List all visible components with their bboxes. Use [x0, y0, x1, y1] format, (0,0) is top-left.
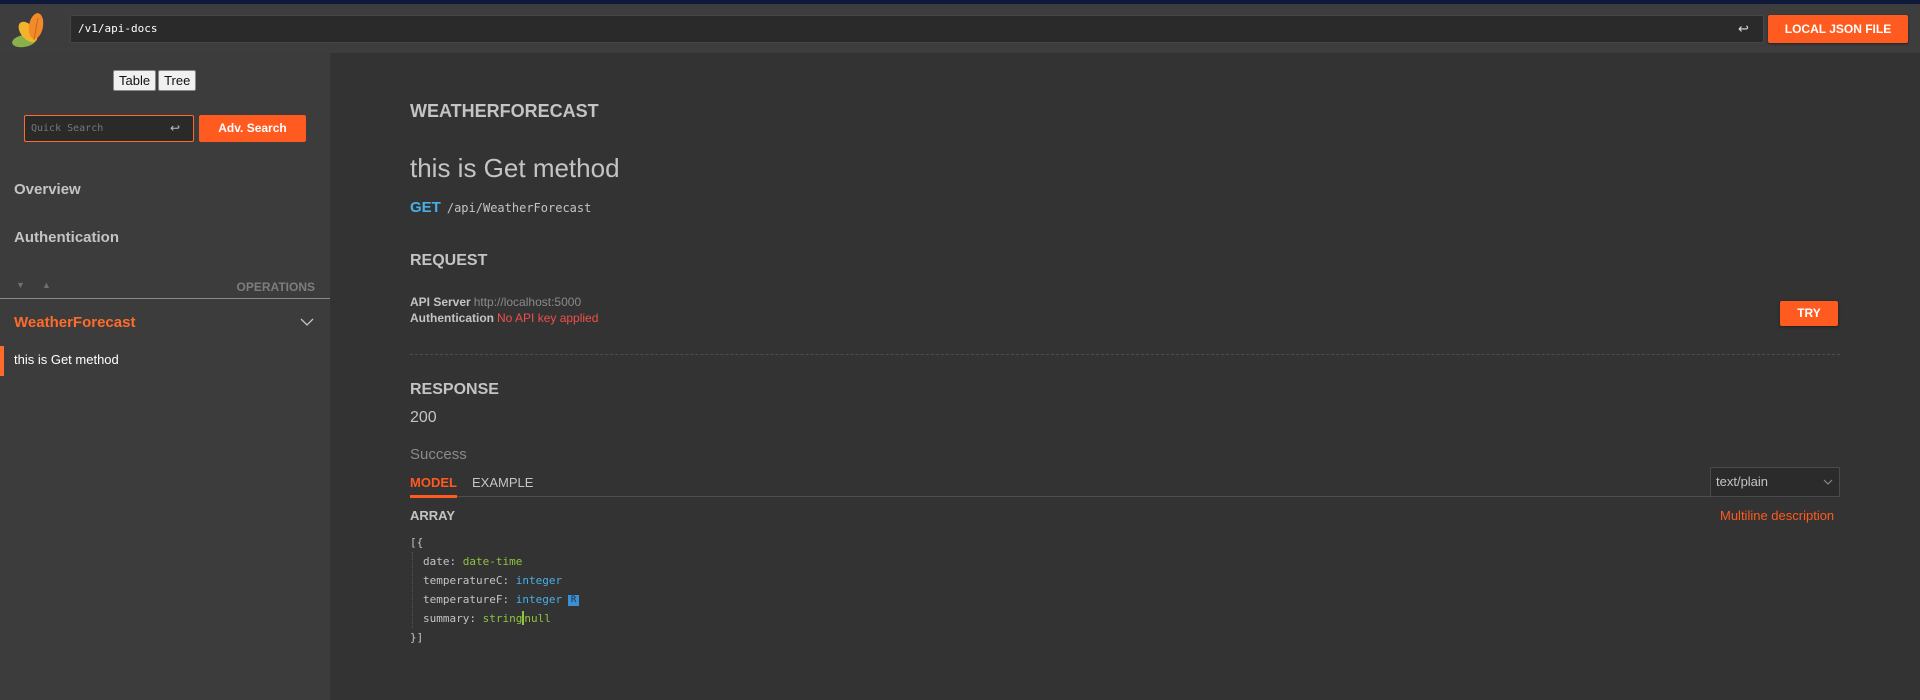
collapse-all-icon[interactable]: ▲ [42, 280, 51, 290]
tab-example[interactable]: EXAMPLE [472, 475, 533, 490]
model-schema: [{ date: date-time temperatureC: integer… [410, 533, 580, 647]
sidebar-operation-item[interactable]: this is Get method [0, 346, 330, 376]
schema-field: date: date-time [423, 552, 579, 571]
field-type: integer [515, 593, 563, 606]
try-button[interactable]: TRY [1780, 301, 1838, 326]
status-description: Success [410, 446, 467, 463]
request-heading: REQUEST [410, 252, 488, 269]
api-server-row: API Server http://localhost:5000 [410, 295, 581, 309]
logo-leaves-icon [12, 13, 44, 48]
status-code: 200 [410, 409, 437, 426]
local-json-file-button[interactable]: LOCAL JSON FILE [1768, 15, 1908, 43]
sidebar-item-overview[interactable]: Overview [14, 181, 81, 198]
readonly-badge: R [568, 595, 580, 606]
multiline-description-toggle[interactable]: Multiline description [1720, 508, 1834, 523]
section-divider [410, 354, 1840, 355]
adv-search-button[interactable]: Adv. Search [199, 115, 306, 142]
field-name: date: [423, 555, 457, 568]
mime-type-value: text/plain [1716, 474, 1769, 489]
api-server-value: http://localhost:5000 [473, 295, 582, 309]
tree-view-button[interactable]: Tree [158, 70, 197, 91]
mime-type-select[interactable]: text/plain [1710, 467, 1840, 497]
authentication-label: Authentication [410, 311, 494, 325]
response-heading: RESPONSE [410, 381, 499, 398]
operation-title: this is Get method [410, 153, 620, 183]
expand-all-icon[interactable]: ▼ [16, 280, 25, 290]
response-tabs: MODEL EXAMPLE [410, 465, 1840, 498]
sidebar-operation-label: this is Get method [14, 352, 119, 367]
operations-label: OPERATIONS [236, 280, 315, 294]
active-tab-underline [410, 495, 457, 498]
field-type: string [482, 612, 523, 625]
enter-icon[interactable]: ↩ [170, 121, 180, 135]
quick-search-input[interactable]: Quick Search [24, 115, 194, 142]
authentication-row: Authentication No API key applied [410, 311, 598, 325]
sidebar-item-authentication[interactable]: Authentication [14, 229, 119, 246]
schema-close: }] [410, 631, 424, 644]
api-server-label: API Server [410, 295, 471, 309]
endpoint-path: /api/WeatherForecast [446, 201, 592, 215]
sidebar-tag-weatherforecast[interactable]: WeatherForecast [14, 314, 135, 331]
header-bar: /v1/api-docs ↩ LOCAL JSON FILE [0, 4, 1920, 53]
field-type: integer [515, 574, 563, 587]
authentication-value: No API key applied [497, 311, 599, 325]
sidebar: Table Tree Quick Search ↩ Adv. Search Ov… [0, 53, 330, 700]
active-indicator [0, 346, 4, 376]
enter-icon[interactable]: ↩ [1738, 21, 1749, 37]
method-line: GET/api/WeatherForecast [410, 199, 591, 216]
table-view-button[interactable]: Table [113, 70, 157, 91]
tag-heading: WEATHERFORECAST [410, 101, 599, 121]
schema-field: temperatureF: integer R [423, 590, 580, 609]
field-type-null: null [524, 612, 551, 625]
view-toggle: Table Tree [113, 70, 197, 91]
field-name: temperatureC: [423, 574, 510, 587]
schema-field: temperatureC: integer [423, 571, 579, 590]
http-method: GET [410, 199, 441, 216]
field-name: summary: [423, 612, 476, 625]
chevron-down-icon [1823, 479, 1833, 485]
schema-open: [{ [410, 536, 424, 549]
operations-header: ▼ ▲ OPERATIONS [0, 277, 330, 299]
chevron-down-icon[interactable] [300, 315, 314, 329]
field-name: temperatureF: [423, 593, 510, 606]
field-type: date-time [462, 555, 523, 568]
tab-model[interactable]: MODEL [410, 475, 457, 490]
spec-url-input[interactable]: /v1/api-docs [70, 15, 1764, 43]
main-content: WEATHERFORECAST this is Get method GET/a… [330, 53, 1920, 700]
schema-field: summary: string null [423, 609, 579, 628]
array-label: ARRAY [410, 508, 456, 523]
